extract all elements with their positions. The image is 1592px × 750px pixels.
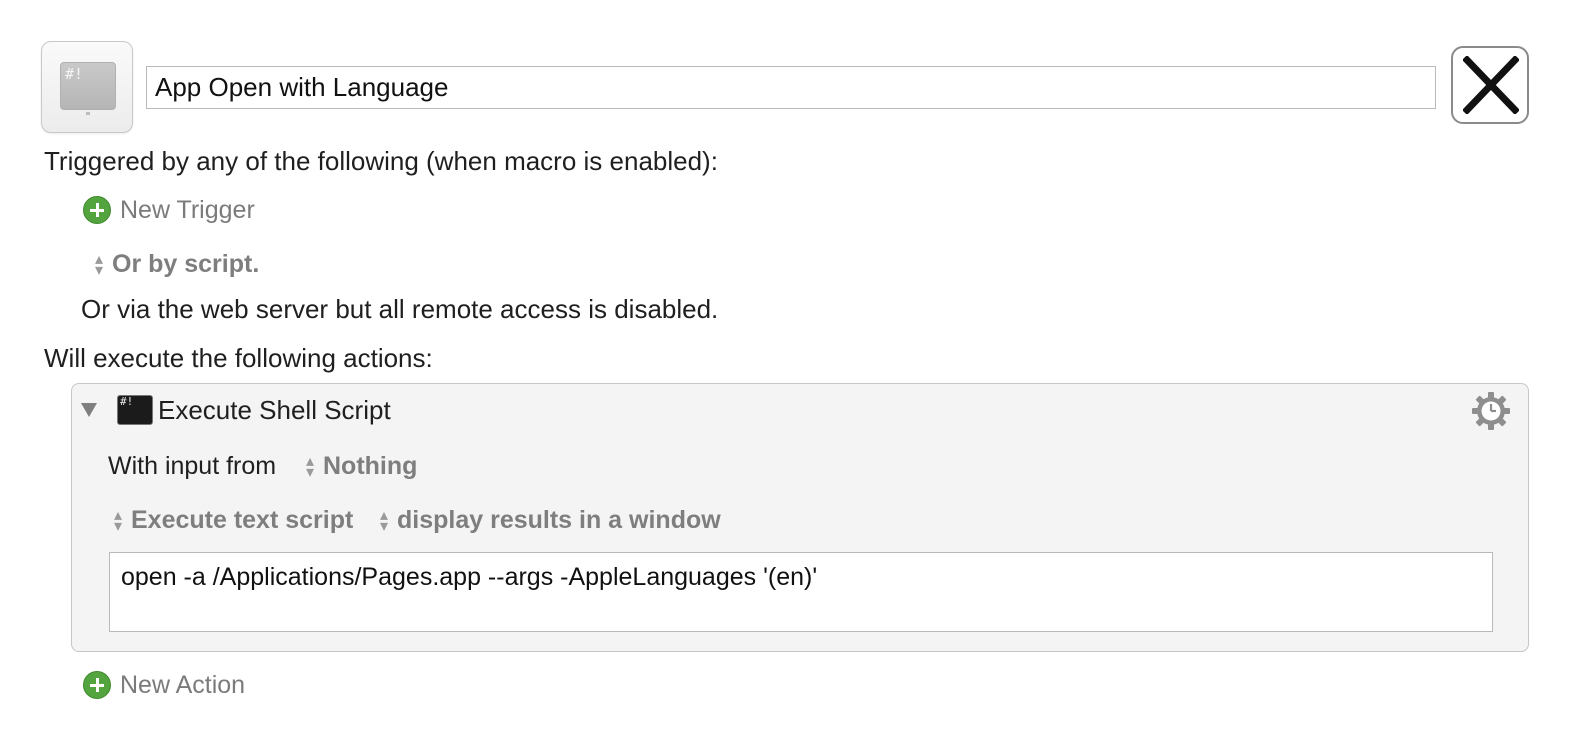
new-action-button[interactable]: New Action (120, 671, 245, 700)
input-from-value: Nothing (323, 452, 418, 480)
triggers-heading: Triggered by any of the following (when … (44, 146, 718, 176)
icon-glyph: #! (65, 65, 84, 83)
shell-script-field[interactable]: open -a /Applications/Pages.app --args -… (109, 552, 1493, 632)
results-destination-popup[interactable]: ▴ ▾ display results in a window (376, 506, 721, 535)
script-source-value: Execute text script (131, 506, 354, 534)
or-by-script-label: Or by script. (112, 250, 260, 278)
actions-heading: Will execute the following actions: (44, 343, 433, 373)
updown-arrows-icon: ▴ ▾ (379, 506, 389, 535)
shell-icon-glyph: #! (120, 395, 134, 408)
add-trigger-icon[interactable] (83, 196, 111, 224)
input-from-label: With input from (108, 452, 277, 480)
gear-clock-icon[interactable] (1471, 391, 1511, 431)
terminal-icon: #! (60, 62, 116, 110)
web-server-note: Or via the web server but all remote acc… (81, 294, 719, 324)
action-execute-shell-script[interactable]: #! Execute Shell Script With input from … (71, 383, 1529, 652)
updown-arrows-icon: ▴ ▾ (94, 250, 104, 279)
action-title: Execute Shell Script (158, 395, 391, 425)
input-from-popup[interactable]: ▴ ▾ Nothing (302, 452, 417, 481)
close-button[interactable] (1451, 46, 1529, 124)
new-trigger-button[interactable]: New Trigger (120, 196, 255, 225)
icon-stand (86, 112, 90, 115)
macro-name-field[interactable] (146, 66, 1436, 109)
or-by-script-popup[interactable]: ▴ ▾ Or by script. (91, 250, 259, 279)
updown-arrows-icon: ▴ ▾ (113, 506, 123, 535)
results-destination-value: display results in a window (397, 506, 721, 534)
macro-icon-well[interactable]: #! (41, 41, 133, 133)
script-source-popup[interactable]: ▴ ▾ Execute text script (110, 506, 353, 535)
disclosure-triangle-icon[interactable] (81, 403, 97, 417)
updown-arrows-icon: ▴ ▾ (305, 452, 315, 481)
close-icon (1463, 56, 1519, 114)
terminal-icon: #! (117, 395, 153, 425)
add-action-icon[interactable] (83, 671, 111, 699)
